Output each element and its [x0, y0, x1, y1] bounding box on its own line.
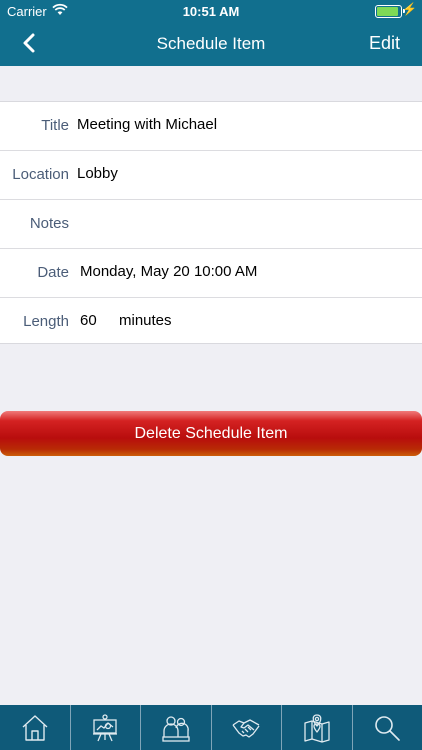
tab-bar	[0, 705, 422, 750]
title-row: Title Meeting with Michael	[0, 102, 422, 151]
location-label: Location	[12, 166, 69, 183]
page-title: Schedule Item	[156, 34, 266, 53]
date-row: Date Monday, May 20 10:00 AM	[0, 249, 422, 298]
length-row: Length 60 minutes	[0, 298, 422, 343]
delete-schedule-item-button[interactable]: Delete Schedule Item	[0, 411, 422, 456]
date-value: Monday, May 20 10:00 AM	[80, 263, 258, 280]
edit-button[interactable]: Edit	[369, 33, 400, 54]
notes-row: Notes	[0, 200, 422, 249]
status-bar: Carrier 10:51 AM ⚡	[0, 0, 422, 22]
location-row: Location Lobby	[0, 151, 422, 200]
title-label: Title	[41, 117, 69, 134]
date-label: Date	[37, 264, 69, 281]
map-icon	[304, 713, 330, 743]
tab-home[interactable]	[0, 705, 71, 750]
people-icon	[162, 715, 190, 742]
presentation-icon	[93, 713, 118, 741]
nav-bar: Schedule Item Edit	[0, 22, 422, 66]
status-time: 10:51 AM	[182, 4, 240, 19]
search-icon	[375, 715, 401, 741]
tab-presentation[interactable]	[71, 705, 141, 750]
tab-people[interactable]	[141, 705, 212, 750]
tab-handshake[interactable]	[212, 705, 282, 750]
battery-icon	[375, 5, 402, 18]
charging-icon: ⚡	[402, 2, 417, 16]
notes-label: Notes	[29, 215, 69, 232]
location-value: Lobby	[77, 165, 118, 182]
home-icon	[22, 714, 48, 741]
length-unit: minutes	[119, 312, 172, 329]
tab-search[interactable]	[353, 705, 422, 750]
tab-map[interactable]	[282, 705, 353, 750]
length-label: Length	[23, 313, 69, 330]
schedule-item-form: Title Meeting with Michael Location Lobb…	[0, 101, 422, 344]
header-bar: Carrier 10:51 AM ⚡ Schedule Item Edit	[0, 0, 422, 66]
title-value: Meeting with Michael	[77, 116, 218, 133]
length-value: 60	[80, 312, 97, 329]
handshake-icon	[232, 718, 260, 738]
